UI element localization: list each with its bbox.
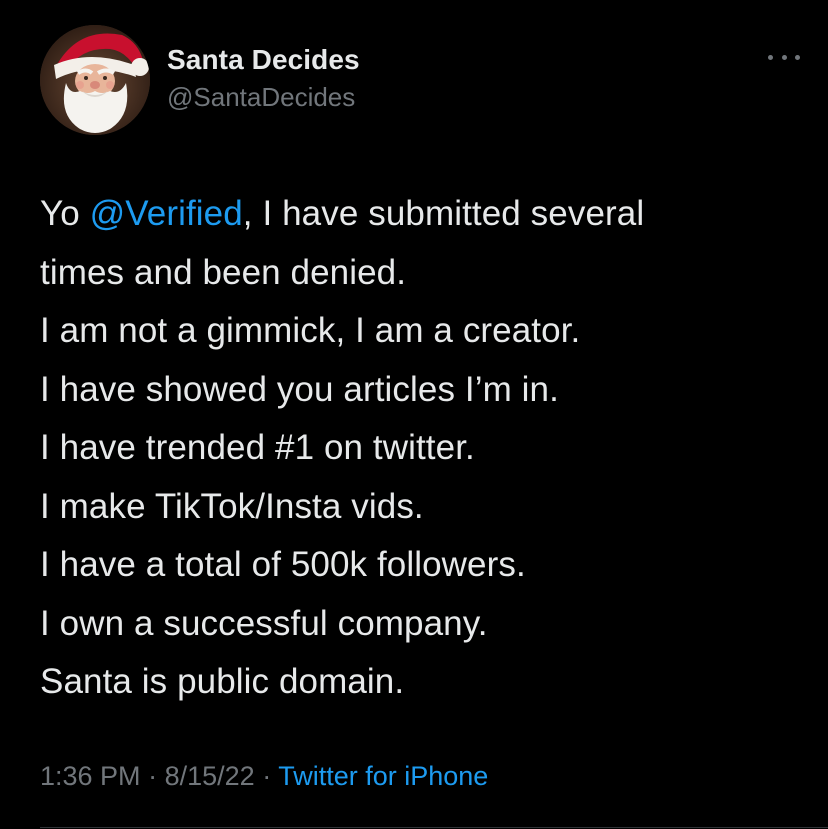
tweet-line: times and been denied.: [40, 252, 407, 292]
meta-separator: ·: [262, 761, 272, 791]
author-handle[interactable]: @SantaDecides: [167, 80, 360, 114]
author-display-name[interactable]: Santa Decides: [167, 42, 360, 78]
meta-separator: ·: [148, 761, 158, 791]
tweet-date[interactable]: 8/15/22: [165, 761, 255, 791]
tweet-source-link[interactable]: Twitter for iPhone: [278, 761, 488, 791]
tweet-metadata: 1:36 PM · 8/15/22 · Twitter for iPhone: [40, 758, 488, 794]
tweet-header: Santa Decides @SantaDecides: [40, 25, 800, 137]
mention-link[interactable]: @Verified: [90, 194, 243, 233]
avatar[interactable]: [40, 25, 150, 135]
tweet-text-segment: Yo: [40, 194, 90, 233]
tweet-text-segment: , I have submitted several: [242, 194, 645, 233]
tweet-line: Santa is public domain.: [40, 662, 405, 701]
more-options-icon[interactable]: [768, 47, 800, 67]
tweet-line: I own a successful company.: [40, 603, 488, 643]
tweet-line: I have a total of 500k followers.: [40, 545, 526, 584]
tweet-line: I am not a gimmick, I am a creator.: [40, 311, 581, 350]
tweet-line: I have showed you articles I’m in.: [40, 369, 559, 409]
tweet-line: I have trended #1 on twitter.: [40, 428, 475, 467]
santa-avatar-icon: [40, 25, 150, 135]
tweet-line: I make TikTok/Insta vids.: [40, 486, 424, 526]
author-info: Santa Decides @SantaDecides: [167, 42, 360, 114]
tweet-time[interactable]: 1:36 PM: [40, 761, 141, 791]
tweet-line: Yo @Verified, I have submitted several: [40, 185, 800, 244]
tweet-text: Yo @Verified, I have submitted several t…: [40, 185, 800, 712]
divider: [40, 827, 828, 828]
